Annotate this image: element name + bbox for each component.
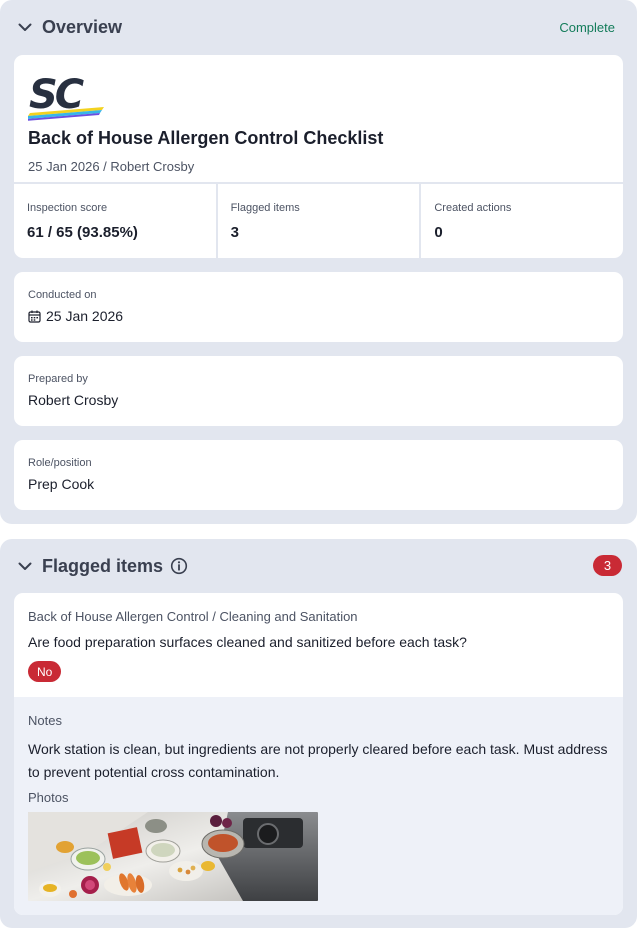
overview-title: Overview [42, 16, 123, 37]
stat-label: Inspection score [27, 202, 108, 214]
breadcrumb: Back of House Allergen Control / Cleanin… [28, 609, 358, 624]
field-label: Conducted on [28, 289, 97, 301]
flagged-items-header[interactable]: Flagged items 3 [0, 539, 637, 593]
page-title: Back of House Allergen Control Checklist [28, 128, 384, 148]
stat-label: Created actions [434, 202, 512, 214]
prepared-by-card: Prepared by Robert Crosby [14, 356, 623, 426]
status-badge: Complete [559, 19, 615, 35]
question-text: Are food preparation surfaces cleaned an… [28, 634, 467, 650]
conducted-on-card: Conducted on 25 Jan 2026 [14, 272, 623, 342]
notes-label: Notes [28, 713, 62, 728]
stat-value: 61 / 65 (93.85%) [27, 224, 138, 241]
overview-header[interactable]: Overview Complete [0, 0, 637, 54]
report-subtitle: 25 Jan 2026 / Robert Crosby [28, 159, 195, 174]
flagged-count-badge: 3 [593, 555, 622, 576]
conducted-on-date: 25 Jan 2026 [46, 308, 124, 324]
role-position-card: Role/position Prep Cook [14, 440, 623, 510]
chevron-down-icon[interactable] [16, 18, 34, 36]
info-icon[interactable] [170, 557, 188, 575]
photos-label: Photos [28, 790, 69, 805]
field-label: Prepared by [28, 373, 88, 385]
stat-value: 0 [434, 224, 443, 241]
stat-flagged-items[interactable]: Flagged items 3 [218, 184, 422, 258]
chevron-down-icon[interactable] [16, 557, 34, 575]
flagged-items-title: Flagged items [42, 555, 164, 576]
answer-badge: No [28, 661, 62, 682]
report-summary-card: SC Back of House Allergen Control Checkl… [14, 55, 623, 258]
stat-label: Flagged items [230, 202, 300, 214]
conducted-on-value: 25 Jan 2026 [28, 308, 123, 324]
prepared-by-value: Robert Crosby [28, 392, 119, 408]
photo-thumbnail[interactable] [28, 812, 318, 901]
field-label: Role/position [28, 457, 92, 469]
company-logo: SC [28, 72, 104, 121]
notes-area: Notes Work station is clean, but ingredi… [14, 697, 623, 915]
stat-created-actions[interactable]: Created actions 0 [421, 184, 623, 258]
overview-section: Overview Complete SC Back of House Aller… [0, 0, 637, 524]
logo-text: SC [29, 72, 84, 118]
role-position-value: Prep Cook [28, 476, 95, 492]
flagged-item-card: Back of House Allergen Control / Cleanin… [14, 593, 623, 915]
stat-value: 3 [230, 224, 240, 241]
notes-text: Work station is clean, but ingredients a… [28, 741, 608, 780]
calendar-icon [28, 310, 41, 323]
stats-row: Inspection score 61 / 65 (93.85%) Flagge… [14, 182, 623, 258]
stat-inspection-score: Inspection score 61 / 65 (93.85%) [14, 184, 218, 258]
